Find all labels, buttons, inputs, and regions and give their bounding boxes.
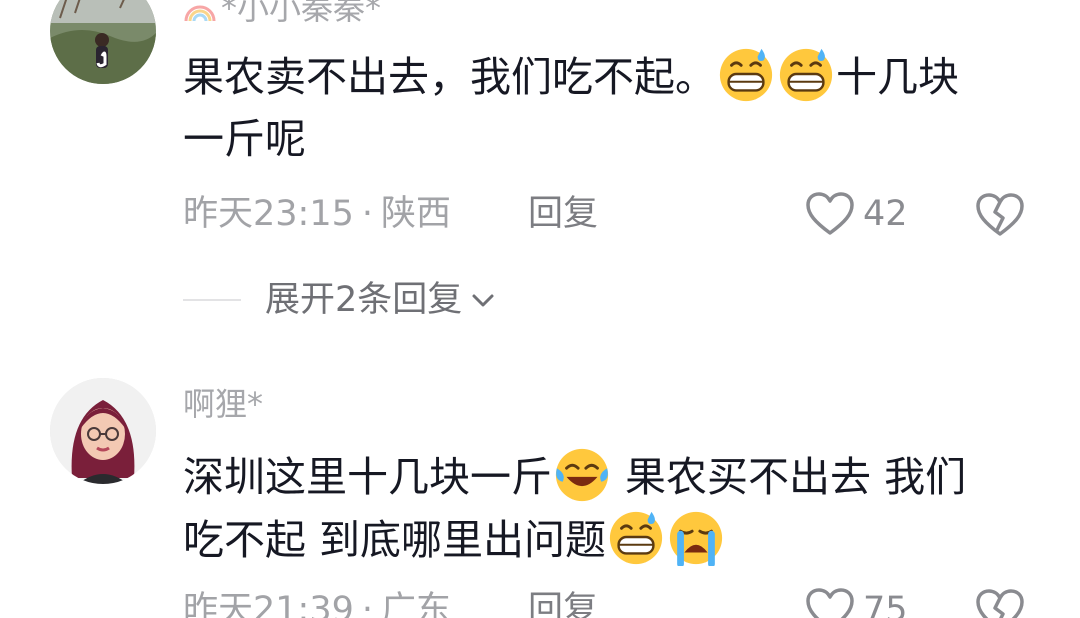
comment-location: 广东 xyxy=(381,590,452,618)
comment-meta: 昨天21:39 · 广东 xyxy=(183,588,451,618)
comment-time: 昨天21:39 xyxy=(183,590,354,618)
comment-line: 果农卖不出去，我们吃不起。 十几块 xyxy=(183,45,1043,108)
sweat-grin-emoji-icon xyxy=(607,508,665,566)
meta-separator: · xyxy=(361,590,374,618)
avatar-cartoon-icon xyxy=(50,378,156,484)
like-count: 42 xyxy=(863,194,908,234)
dislike-button[interactable] xyxy=(975,192,1025,238)
avatar[interactable] xyxy=(50,378,156,484)
like-button[interactable]: 75 xyxy=(805,585,908,618)
rainbow-icon xyxy=(184,5,216,22)
username-text: *小小秦秦* xyxy=(221,0,382,27)
laugh-cry-emoji-icon xyxy=(553,445,611,503)
like-button[interactable]: 42 xyxy=(805,189,908,239)
comment-text-segment: 果农买不出去 我们 xyxy=(625,453,967,501)
comment-line: 吃不起 到底哪里出问题 xyxy=(183,508,1043,571)
comment-line: 深圳这里十几块一斤 果农买不出去 我们 xyxy=(183,445,1043,508)
comment-text-segment: 深圳这里十几块一斤 xyxy=(183,453,552,501)
comment-list: *小小秦秦* 果农卖不出去，我们吃不起。 十几块 一斤呢 昨天23:15 · 陕西 回… xyxy=(0,0,1080,618)
meta-separator: · xyxy=(361,194,374,234)
avatar-photo-icon xyxy=(50,0,156,84)
sweat-grin-emoji-icon xyxy=(717,45,775,103)
like-count: 75 xyxy=(863,590,908,618)
sweat-grin-emoji-icon xyxy=(777,45,835,103)
reply-button[interactable]: 回复 xyxy=(528,192,598,236)
comment-text-segment: 果农卖不出去，我们吃不起。 xyxy=(183,53,716,101)
reply-button[interactable]: 回复 xyxy=(528,588,598,618)
avatar[interactable] xyxy=(50,0,156,84)
comment-meta: 昨天23:15 · 陕西 xyxy=(183,192,451,236)
comment-time: 昨天23:15 xyxy=(183,194,354,234)
comment-text-segment: 吃不起 到底哪里出问题 xyxy=(183,516,607,564)
expand-replies-label: 展开2条回复 xyxy=(265,280,463,320)
comment-line: 一斤呢 xyxy=(183,115,306,163)
username[interactable]: 啊狸* xyxy=(183,384,263,424)
comment-location: 陕西 xyxy=(381,194,452,234)
broken-heart-icon xyxy=(976,589,1024,618)
divider xyxy=(183,299,241,301)
loud-cry-emoji-icon xyxy=(667,508,725,566)
expand-replies-button[interactable]: 展开2条回复 xyxy=(183,278,498,322)
username[interactable]: *小小秦秦* xyxy=(183,0,381,28)
comment-text-segment: 十几块 xyxy=(836,53,959,101)
heart-outline-icon xyxy=(806,192,854,235)
broken-heart-icon xyxy=(976,193,1024,236)
comment-text: 果农卖不出去，我们吃不起。 十几块 一斤呢 xyxy=(183,45,1043,170)
chevron-down-icon xyxy=(472,294,494,307)
dislike-button[interactable] xyxy=(975,588,1025,618)
comment-text: 深圳这里十几块一斤 果农买不出去 我们 吃不起 到底哪里出问题 xyxy=(183,445,1043,571)
heart-outline-icon xyxy=(806,588,854,618)
